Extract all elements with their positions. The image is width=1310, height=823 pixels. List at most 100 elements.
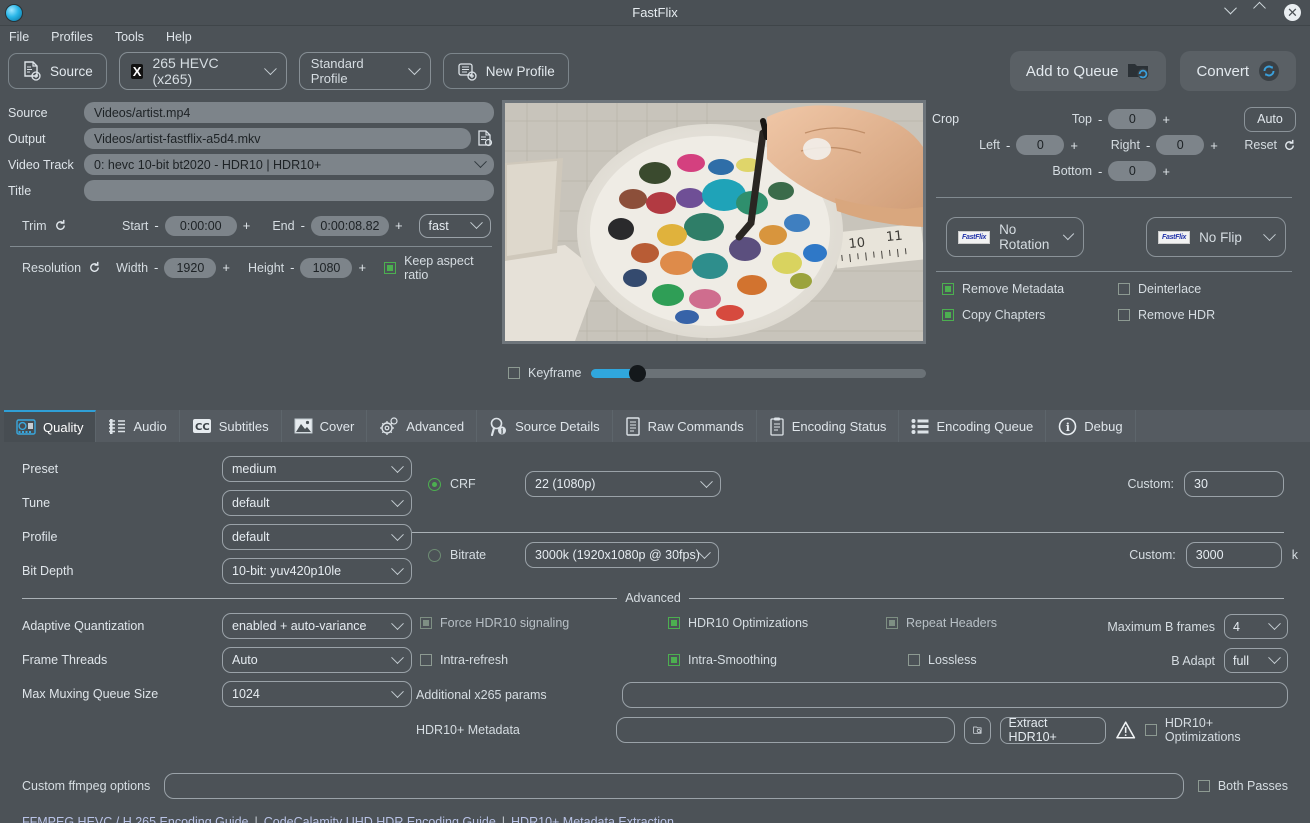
- menu-item-profiles[interactable]: Profiles: [51, 30, 93, 44]
- tab-source-details[interactable]: i Source Details: [477, 410, 613, 442]
- reset-trim-icon[interactable]: [54, 219, 67, 232]
- profile-select[interactable]: Standard Profile: [299, 52, 431, 90]
- encoder-select[interactable]: X 265 HEVC (x265): [119, 52, 287, 90]
- crop-top-input[interactable]: [1108, 109, 1156, 129]
- repeat-headers-checkbox[interactable]: Repeat Headers: [886, 616, 997, 630]
- frame-threads-select[interactable]: Auto: [222, 647, 412, 673]
- crop-top-plus[interactable]: +: [1156, 112, 1176, 127]
- video-track-select[interactable]: 0: hevc 10-bit bt2020 - HDR10 | HDR10+: [84, 154, 494, 175]
- trim-speed-select[interactable]: fast: [419, 214, 491, 238]
- width-minus[interactable]: -: [148, 260, 164, 275]
- rotation-select[interactable]: FastFlix No Rotation: [946, 217, 1084, 257]
- crop-right-input[interactable]: [1156, 135, 1204, 155]
- trim-start-input[interactable]: [165, 216, 237, 236]
- height-input[interactable]: [300, 258, 352, 278]
- crop-bottom-input[interactable]: [1108, 161, 1156, 181]
- keep-aspect-ratio-checkbox[interactable]: Keep aspect ratio: [384, 254, 494, 282]
- menu-item-file[interactable]: File: [9, 30, 29, 44]
- tab-advanced[interactable]: Advanced: [367, 410, 477, 442]
- minimize-button[interactable]: [1226, 5, 1241, 20]
- both-passes-checkbox[interactable]: Both Passes: [1198, 779, 1288, 793]
- link-codecalamity-guide[interactable]: CodeCalamity UHD HDR Encoding Guide: [264, 815, 496, 823]
- menu-item-tools[interactable]: Tools: [115, 30, 144, 44]
- crop-top-minus[interactable]: -: [1092, 112, 1108, 127]
- b-adapt-select[interactable]: full: [1224, 648, 1288, 673]
- flip-select[interactable]: FastFlix No Flip: [1146, 217, 1286, 257]
- max-b-frames-select[interactable]: 4: [1224, 614, 1288, 639]
- additional-x265-params-input[interactable]: [622, 682, 1288, 708]
- remove-metadata-checkbox[interactable]: Remove Metadata: [942, 282, 1118, 296]
- custom-ffmpeg-options-input[interactable]: [164, 773, 1184, 799]
- tab-encoding-queue[interactable]: Encoding Queue: [899, 410, 1046, 442]
- intra-refresh-checkbox[interactable]: Intra-refresh: [420, 653, 569, 667]
- bitrate-radio[interactable]: [428, 549, 441, 562]
- video-preview[interactable]: 1011: [502, 100, 926, 344]
- crop-right-plus[interactable]: +: [1204, 138, 1224, 153]
- preset-select[interactable]: medium: [222, 456, 412, 482]
- bit-depth-select[interactable]: 10-bit: yuv420p10le: [222, 558, 412, 584]
- tune-select[interactable]: default: [222, 490, 412, 516]
- trim-end-minus[interactable]: -: [295, 218, 311, 233]
- width-input[interactable]: [164, 258, 216, 278]
- trim-start-plus[interactable]: +: [237, 218, 257, 233]
- remove-hdr-checkbox[interactable]: Remove HDR: [1118, 308, 1215, 322]
- tab-cover[interactable]: Cover: [282, 410, 368, 442]
- output-input[interactable]: [84, 128, 471, 149]
- deinterlace-checkbox[interactable]: Deinterlace: [1118, 282, 1215, 296]
- crf-radio[interactable]: [428, 478, 441, 491]
- trim-end-plus[interactable]: +: [389, 218, 409, 233]
- checkbox-icon: [668, 654, 680, 666]
- new-profile-button[interactable]: New Profile: [443, 53, 569, 89]
- crop-left-plus[interactable]: +: [1064, 138, 1084, 153]
- crop-bottom-minus[interactable]: -: [1092, 164, 1108, 179]
- menu-item-help[interactable]: Help: [166, 30, 192, 44]
- crop-left-minus[interactable]: -: [1000, 138, 1016, 153]
- convert-button[interactable]: Convert: [1180, 51, 1296, 91]
- link-hdr10-metadata-extraction[interactable]: HDR10+ Metadata Extraction: [511, 815, 674, 823]
- max-muxing-queue-select[interactable]: 1024: [222, 681, 412, 707]
- trim-end-input[interactable]: [311, 216, 389, 236]
- tab-debug[interactable]: i Debug: [1046, 410, 1135, 442]
- source-input[interactable]: [84, 102, 494, 123]
- tab-raw-commands[interactable]: Raw Commands: [613, 410, 757, 442]
- hdr10-metadata-input[interactable]: [616, 717, 954, 743]
- link-ffmpeg-guide[interactable]: FFMPEG HEVC / H.265 Encoding Guide: [22, 815, 248, 823]
- crop-auto-button[interactable]: Auto: [1244, 107, 1296, 132]
- add-to-queue-button[interactable]: Add to Queue: [1010, 51, 1167, 91]
- height-minus[interactable]: -: [284, 260, 300, 275]
- tab-audio[interactable]: Audio: [96, 410, 179, 442]
- hdr10plus-optimizations-checkbox[interactable]: HDR10+ Optimizations: [1145, 716, 1288, 744]
- preview-position-slider[interactable]: [591, 369, 927, 378]
- copy-chapters-checkbox[interactable]: Copy Chapters: [942, 308, 1118, 322]
- crf-custom-input[interactable]: [1184, 471, 1284, 497]
- bitrate-custom-input[interactable]: [1186, 542, 1282, 568]
- keyframe-checkbox[interactable]: Keyframe: [508, 366, 582, 380]
- trim-start-minus[interactable]: -: [148, 218, 164, 233]
- lossless-checkbox[interactable]: Lossless: [908, 653, 997, 667]
- extract-hdr10-button[interactable]: Extract HDR10+: [1000, 717, 1106, 744]
- output-browse-button[interactable]: [476, 130, 494, 147]
- crop-reset-button[interactable]: Reset: [1244, 138, 1296, 152]
- bitrate-select[interactable]: 3000k (1920x1080p @ 30fps): [525, 542, 719, 568]
- crop-bottom-plus[interactable]: +: [1156, 164, 1176, 179]
- slider-handle[interactable]: [629, 365, 646, 382]
- intra-smoothing-checkbox[interactable]: Intra-Smoothing: [668, 653, 808, 667]
- hdr10-metadata-browse-button[interactable]: [964, 717, 991, 744]
- tab-quality[interactable]: Quality: [4, 410, 96, 442]
- crop-left-input[interactable]: [1016, 135, 1064, 155]
- quality-profile-select[interactable]: default: [222, 524, 412, 550]
- width-plus[interactable]: +: [216, 260, 236, 275]
- force-hdr10-signaling-checkbox[interactable]: Force HDR10 signaling: [420, 616, 569, 630]
- reset-resolution-icon[interactable]: [88, 261, 101, 274]
- source-button[interactable]: Source: [8, 53, 107, 89]
- maximize-button[interactable]: [1255, 5, 1270, 20]
- crop-right-minus[interactable]: -: [1140, 138, 1156, 153]
- adaptive-quantization-select[interactable]: enabled + auto-variance: [222, 613, 412, 639]
- tab-encoding-status[interactable]: Encoding Status: [757, 410, 900, 442]
- tab-subtitles[interactable]: CC Subtitles: [180, 410, 282, 442]
- title-input[interactable]: [84, 180, 494, 201]
- close-button[interactable]: ✕: [1284, 4, 1301, 21]
- crf-select[interactable]: 22 (1080p): [525, 471, 721, 497]
- hdr10-optimizations-checkbox[interactable]: HDR10 Optimizations: [668, 616, 808, 630]
- height-plus[interactable]: +: [352, 260, 372, 275]
